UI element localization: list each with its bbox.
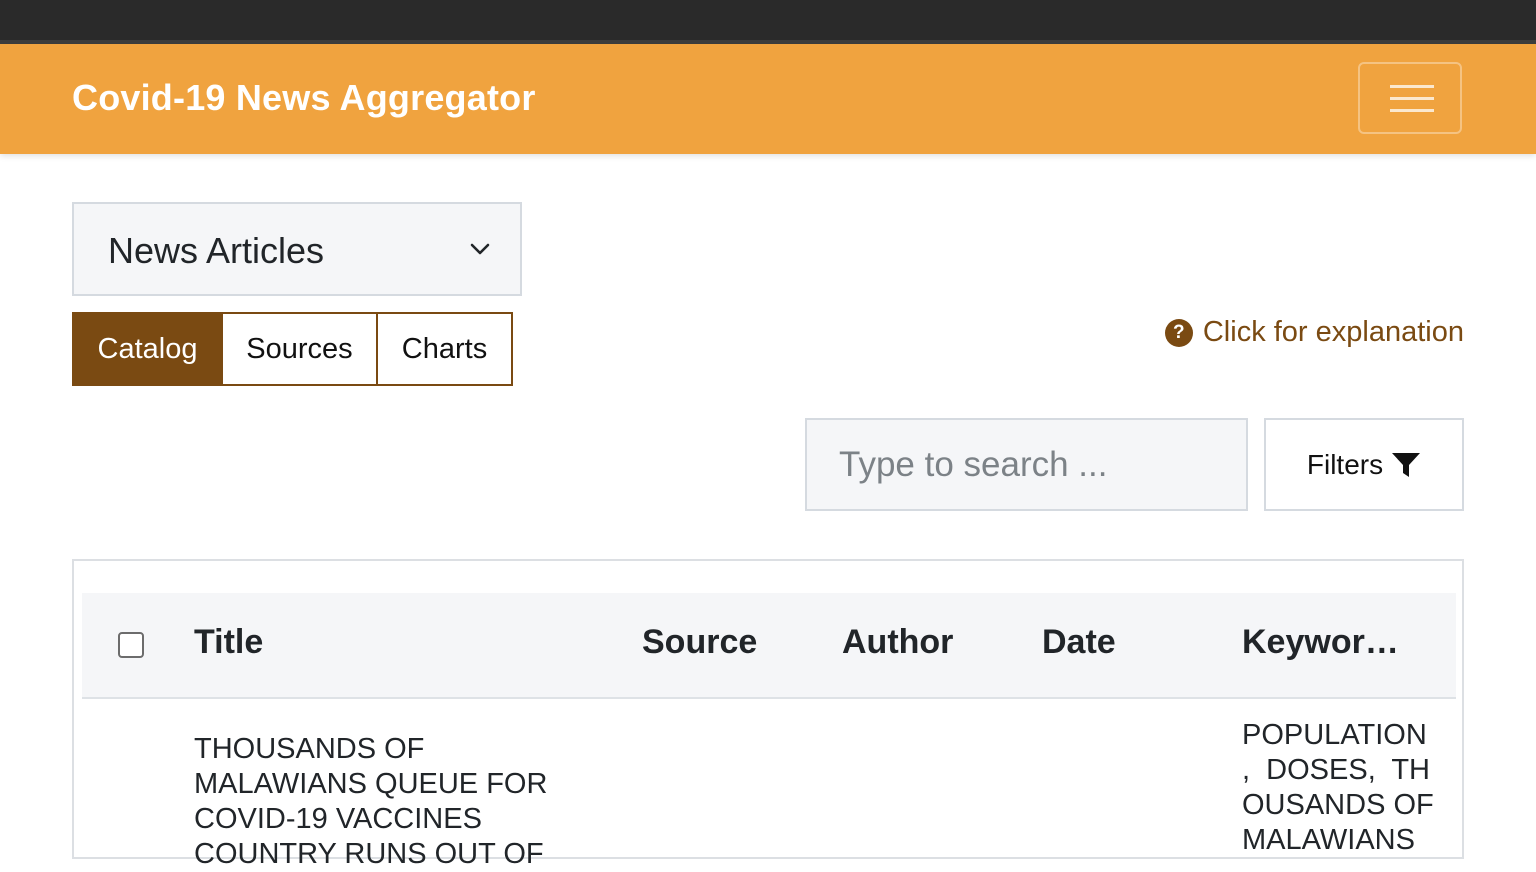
row-title-line: MALAWIANS QUEUE FOR xyxy=(194,768,548,800)
funnel-icon xyxy=(1392,452,1421,477)
column-header-date[interactable]: Date xyxy=(1042,623,1116,662)
row-keyword-line: POPULATION xyxy=(1242,719,1427,751)
row-keywords-cell: POPULATION , DOSES, TH OUSANDS OF MALAWI… xyxy=(1242,718,1434,858)
column-header-source[interactable]: Source xyxy=(642,623,757,662)
menu-toggle-button[interactable] xyxy=(1358,62,1462,134)
articles-table: Title Source Author Date Keywor… THOUSAN… xyxy=(72,559,1464,870)
row-title-line: COVID-19 VACCINES xyxy=(194,803,482,835)
navbar: Covid-19 News Aggregator xyxy=(0,44,1536,154)
dataset-select-value: News Articles xyxy=(108,230,325,271)
dataset-select[interactable]: News Articles xyxy=(72,202,522,296)
filters-label: Filters xyxy=(1306,448,1384,480)
question-circle-icon: ? xyxy=(1164,318,1193,347)
browser-top-bar xyxy=(0,0,1536,44)
filters-button[interactable]: Filters xyxy=(1264,418,1464,511)
search-input[interactable] xyxy=(805,418,1248,511)
column-header-keywords[interactable]: Keywor… xyxy=(1242,623,1399,662)
select-all-checkbox[interactable] xyxy=(118,632,144,658)
row-keyword-line: , DOSES, TH xyxy=(1242,754,1431,786)
explanation-label: Click for explanation xyxy=(1202,316,1464,348)
row-title-line: THOUSANDS OF xyxy=(194,733,425,765)
explanation-link[interactable]: ? Click for explanation xyxy=(1164,316,1464,349)
row-title-cell: THOUSANDS OF MALAWIANS QUEUE FOR COVID-1… xyxy=(194,732,547,872)
hamburger-icon-bar xyxy=(1390,109,1434,112)
table-header: Title Source Author Date Keywor… xyxy=(82,593,1456,699)
row-keyword-line: MALAWIANS xyxy=(1242,824,1415,856)
row-title-line: COUNTRY RUNS OUT OF xyxy=(194,838,544,870)
tab-sources[interactable]: Sources xyxy=(221,312,378,386)
hamburger-icon-bar xyxy=(1390,97,1434,100)
hamburger-icon xyxy=(1390,85,1434,88)
tab-charts[interactable]: Charts xyxy=(376,312,513,386)
brand-title[interactable]: Covid-19 News Aggregator xyxy=(72,77,536,119)
column-header-author[interactable]: Author xyxy=(842,623,953,662)
column-header-title[interactable]: Title xyxy=(194,623,263,662)
row-keyword-line: OUSANDS OF xyxy=(1242,789,1434,821)
chevron-down-icon xyxy=(470,243,490,255)
view-tabs: Catalog Sources Charts xyxy=(72,312,513,386)
tab-catalog[interactable]: Catalog xyxy=(72,312,223,386)
